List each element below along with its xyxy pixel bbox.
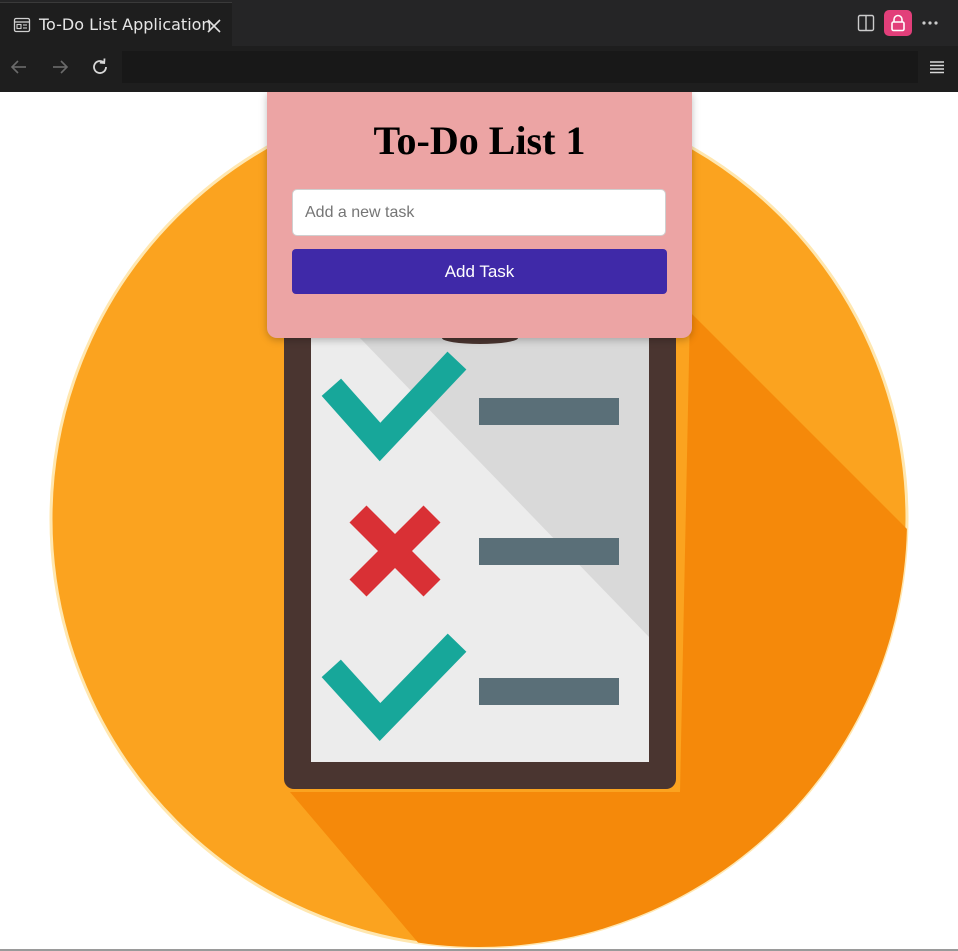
task-input[interactable]: [292, 189, 666, 236]
tab-todo-app[interactable]: To-Do List Application: [0, 2, 232, 46]
tab-title: To-Do List Application: [39, 15, 212, 34]
page-icon: [13, 17, 31, 33]
lock-button[interactable]: [884, 10, 912, 36]
page-title: To-Do List 1: [373, 118, 586, 163]
split-editor-icon[interactable]: [857, 14, 875, 32]
more-icon[interactable]: [920, 14, 940, 32]
page-content: To-Do List 1 Add Task: [0, 92, 958, 951]
arrow-right-icon[interactable]: [49, 56, 71, 78]
add-task-button[interactable]: Add Task: [292, 249, 667, 294]
reload-icon[interactable]: [89, 56, 111, 78]
address-bar[interactable]: [122, 51, 918, 83]
title-bar: To-Do List Application: [0, 0, 958, 46]
menu-icon[interactable]: [927, 57, 947, 77]
lock-icon: [891, 14, 905, 32]
arrow-left-icon[interactable]: [8, 56, 30, 78]
todo-card: To-Do List 1 Add Task: [267, 92, 692, 338]
close-icon[interactable]: [205, 17, 223, 35]
